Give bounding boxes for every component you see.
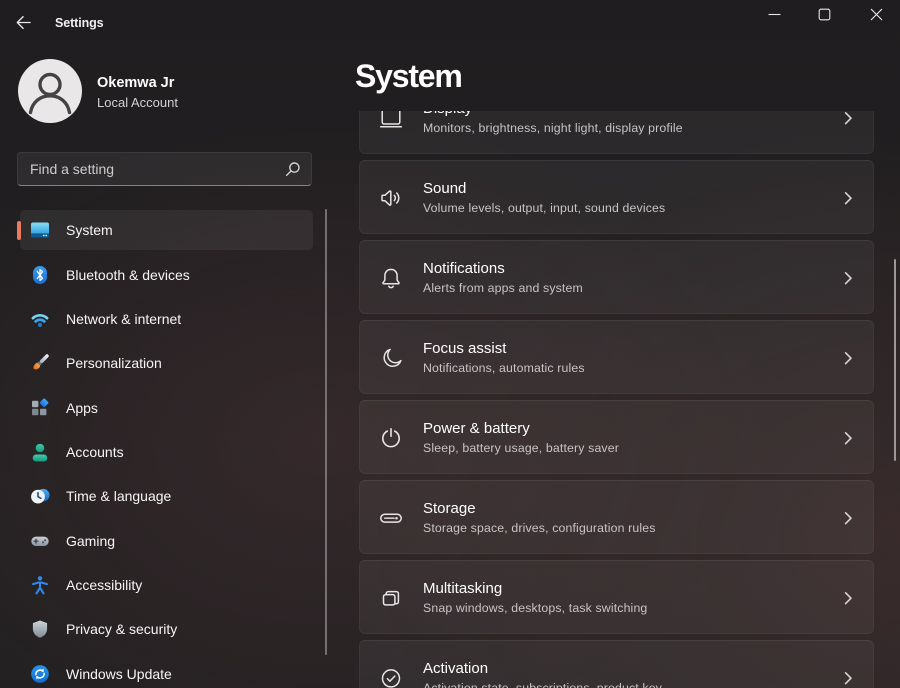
sidebar-scrollbar[interactable] bbox=[325, 209, 327, 655]
apps-icon bbox=[30, 398, 50, 418]
display-icon bbox=[379, 111, 403, 130]
gaming-icon bbox=[30, 531, 50, 551]
close-icon bbox=[870, 8, 883, 21]
card-title: Multitasking bbox=[423, 579, 502, 599]
back-button[interactable] bbox=[15, 14, 33, 32]
maximize-icon bbox=[818, 8, 831, 21]
page-title: System bbox=[355, 57, 462, 95]
maximize-button[interactable] bbox=[801, 0, 847, 29]
chevron-right-icon bbox=[840, 190, 856, 206]
chevron-right-icon bbox=[840, 670, 856, 686]
card-title: Focus assist bbox=[423, 339, 506, 359]
search-input[interactable]: Find a setting bbox=[17, 152, 312, 186]
sidebar-item-system[interactable]: System bbox=[20, 210, 313, 250]
focus-assist-icon bbox=[379, 346, 403, 370]
sidebar-item-gaming[interactable]: Gaming bbox=[20, 521, 313, 561]
windows-update-icon bbox=[30, 664, 50, 684]
card-title: Power & battery bbox=[423, 419, 530, 439]
card-power-battery[interactable]: Power & battery Sleep, battery usage, ba… bbox=[359, 400, 874, 474]
chevron-right-icon bbox=[840, 350, 856, 366]
card-title: Storage bbox=[423, 499, 476, 519]
chevron-right-icon bbox=[840, 111, 856, 126]
back-arrow-icon bbox=[15, 14, 32, 31]
card-subtitle: Alerts from apps and system bbox=[423, 280, 583, 297]
card-title: Notifications bbox=[423, 259, 505, 279]
storage-icon bbox=[379, 506, 403, 530]
accounts-icon bbox=[30, 442, 50, 462]
network-icon bbox=[30, 309, 50, 329]
sidebar-item-accessibility[interactable]: Accessibility bbox=[20, 565, 313, 605]
account-type: Local Account bbox=[97, 95, 178, 111]
sidebar-item-label: Windows Update bbox=[66, 654, 172, 688]
chevron-right-icon bbox=[840, 430, 856, 446]
titlebar: Settings bbox=[0, 0, 900, 44]
search-placeholder: Find a setting bbox=[30, 153, 114, 187]
card-title: Activation bbox=[423, 659, 488, 679]
card-activation[interactable]: Activation Activation state, subscriptio… bbox=[359, 640, 874, 688]
sidebar-item-label: Time & language bbox=[66, 476, 171, 516]
sidebar-item-label: Privacy & security bbox=[66, 609, 177, 649]
card-title: Display bbox=[423, 111, 472, 119]
sidebar-item-label: Accounts bbox=[66, 432, 124, 472]
chevron-right-icon bbox=[840, 510, 856, 526]
card-subtitle: Notifications, automatic rules bbox=[423, 360, 585, 377]
card-sound[interactable]: Sound Volume levels, output, input, soun… bbox=[359, 160, 874, 234]
sidebar-item-network-internet[interactable]: Network & internet bbox=[20, 299, 313, 339]
notifications-icon bbox=[379, 266, 403, 290]
privacy-icon bbox=[30, 619, 50, 639]
time-language-icon bbox=[30, 486, 50, 506]
sound-icon bbox=[379, 186, 403, 210]
sidebar-item-label: Gaming bbox=[66, 521, 115, 561]
sidebar-item-time-language[interactable]: Time & language bbox=[20, 476, 313, 516]
sidebar-item-privacy-security[interactable]: Privacy & security bbox=[20, 609, 313, 649]
bluetooth-icon bbox=[30, 265, 50, 285]
card-subtitle: Volume levels, output, input, sound devi… bbox=[423, 200, 665, 217]
sidebar-item-windows-update[interactable]: Windows Update bbox=[20, 654, 313, 688]
card-subtitle: Monitors, brightness, night light, displ… bbox=[423, 120, 683, 137]
accessibility-icon bbox=[30, 575, 50, 595]
card-subtitle: Activation state, subscriptions, product… bbox=[423, 680, 662, 688]
card-subtitle: Storage space, drives, configuration rul… bbox=[423, 520, 656, 537]
avatar bbox=[18, 59, 82, 123]
sidebar-item-label: Apps bbox=[66, 388, 98, 428]
main-scrollbar[interactable] bbox=[894, 259, 896, 461]
personalization-icon bbox=[30, 353, 50, 373]
activation-icon bbox=[379, 666, 403, 688]
app-title: Settings bbox=[55, 16, 104, 30]
sidebar-item-label: Network & internet bbox=[66, 299, 181, 339]
card-storage[interactable]: Storage Storage space, drives, configura… bbox=[359, 480, 874, 554]
person-icon bbox=[18, 59, 82, 123]
account-name: Okemwa Jr bbox=[97, 74, 174, 92]
sidebar-item-label: Personalization bbox=[66, 343, 162, 383]
chevron-right-icon bbox=[840, 270, 856, 286]
system-icon bbox=[30, 220, 50, 240]
sidebar-item-bluetooth-devices[interactable]: Bluetooth & devices bbox=[20, 255, 313, 295]
sidebar-item-personalization[interactable]: Personalization bbox=[20, 343, 313, 383]
power-battery-icon bbox=[379, 426, 403, 450]
card-display[interactable]: Display Monitors, brightness, night ligh… bbox=[359, 111, 874, 154]
multitasking-icon bbox=[379, 586, 403, 610]
search-icon[interactable] bbox=[284, 161, 301, 178]
sidebar-item-apps[interactable]: Apps bbox=[20, 388, 313, 428]
sidebar-item-label: Bluetooth & devices bbox=[66, 255, 190, 295]
minimize-button[interactable] bbox=[751, 0, 797, 29]
chevron-right-icon bbox=[840, 590, 856, 606]
card-subtitle: Snap windows, desktops, task switching bbox=[423, 600, 647, 617]
card-subtitle: Sleep, battery usage, battery saver bbox=[423, 440, 619, 457]
card-notifications[interactable]: Notifications Alerts from apps and syste… bbox=[359, 240, 874, 314]
sidebar-item-label: Accessibility bbox=[66, 565, 142, 605]
selected-indicator bbox=[17, 221, 21, 240]
settings-list: Display Monitors, brightness, night ligh… bbox=[340, 111, 888, 688]
card-focus-assist[interactable]: Focus assist Notifications, automatic ru… bbox=[359, 320, 874, 394]
sidebar-item-accounts[interactable]: Accounts bbox=[20, 432, 313, 472]
card-multitasking[interactable]: Multitasking Snap windows, desktops, tas… bbox=[359, 560, 874, 634]
close-button[interactable] bbox=[853, 0, 899, 29]
minimize-icon bbox=[768, 8, 781, 21]
card-title: Sound bbox=[423, 179, 466, 199]
sidebar-item-label: System bbox=[66, 210, 113, 250]
